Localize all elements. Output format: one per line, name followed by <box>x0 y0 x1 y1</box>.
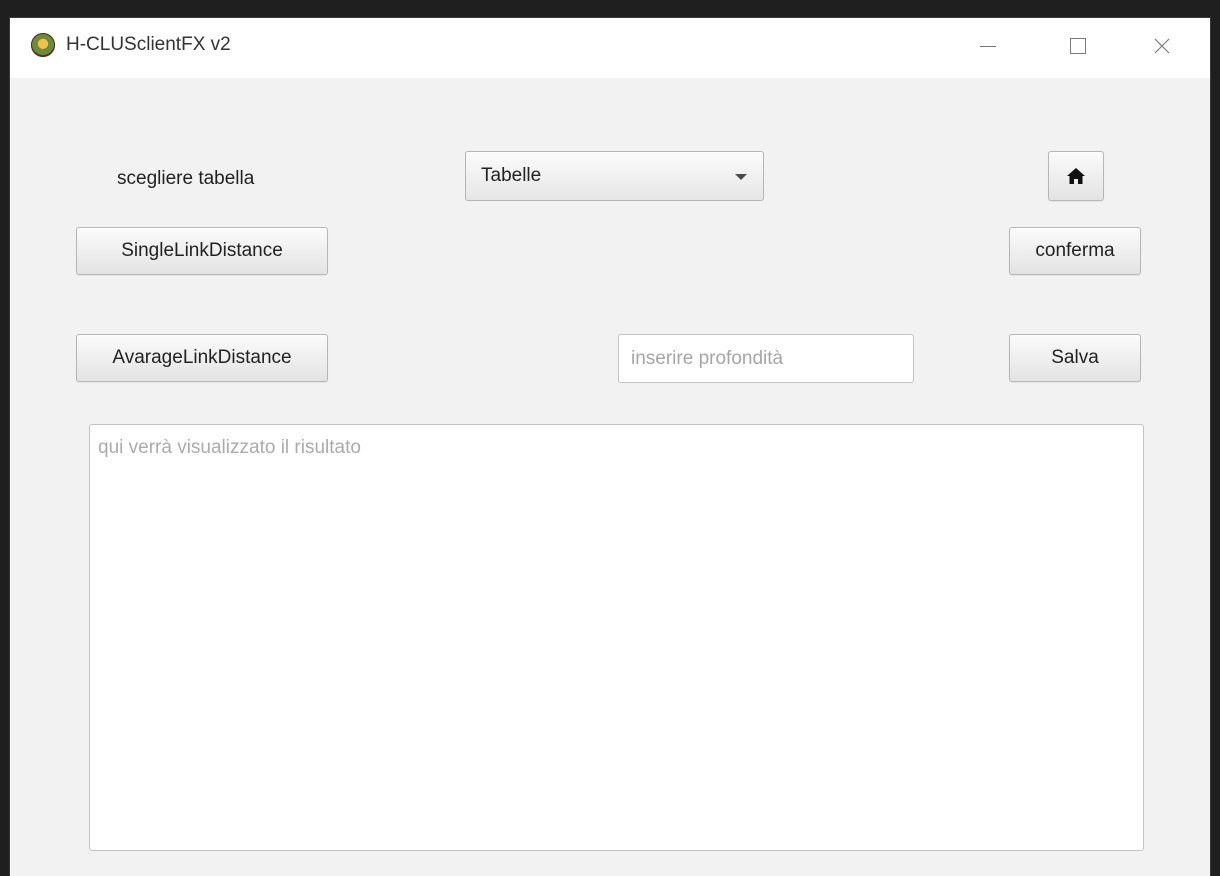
chevron-down-icon <box>735 174 747 180</box>
home-icon <box>1067 168 1085 184</box>
save-button[interactable]: Salva <box>1009 334 1141 382</box>
choose-table-label: scegliere tabella <box>117 168 255 189</box>
window-title: H-CLUSclientFX v2 <box>66 34 231 55</box>
close-button[interactable] <box>1134 26 1190 66</box>
home-button[interactable] <box>1048 151 1104 201</box>
confirm-button[interactable]: conferma <box>1009 227 1141 275</box>
depth-input[interactable] <box>618 334 914 383</box>
main-panel: scegliere tabella Tabelle SingleLinkDist… <box>10 78 1210 876</box>
maximize-button[interactable] <box>1050 26 1106 66</box>
table-select-value: Tabelle <box>481 165 542 186</box>
app-logo-icon <box>31 33 55 57</box>
close-icon <box>1154 38 1170 54</box>
minimize-button[interactable] <box>960 26 1016 66</box>
title-bar: H-CLUSclientFX v2 <box>10 18 1210 78</box>
single-link-distance-button[interactable]: SingleLinkDistance <box>76 227 328 275</box>
result-textarea[interactable] <box>89 424 1144 851</box>
table-select[interactable]: Tabelle <box>465 151 764 201</box>
minimize-icon <box>980 46 996 47</box>
average-link-distance-button[interactable]: AvarageLinkDistance <box>76 334 328 382</box>
app-window: H-CLUSclientFX v2 scegliere tabella Tabe… <box>10 18 1210 876</box>
maximize-icon <box>1070 38 1086 54</box>
